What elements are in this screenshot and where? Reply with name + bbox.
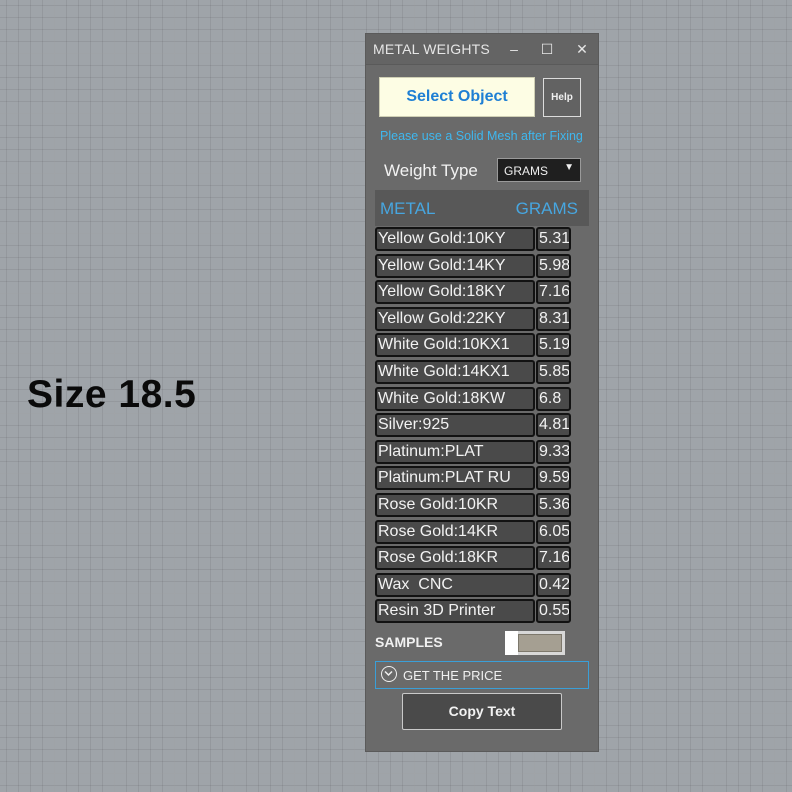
table-row: Platinum:PLAT RU 9.59 [375,466,571,490]
metal-name-cell: Resin 3D Printer [375,599,535,623]
weight-value-cell: 0.42 [536,573,571,597]
table-row: Rose Gold:14KR 6.05 [375,520,571,544]
metal-name-cell: Platinum:PLAT [375,440,535,464]
metal-name-cell: Yellow Gold:18KY [375,280,535,304]
weight-value-cell: 5.85 [536,360,571,384]
samples-label: SAMPLES [375,634,443,650]
table-row: Yellow Gold:10KY 5.31 [375,227,571,251]
minimize-icon[interactable]: – [503,38,525,60]
table-row: Yellow Gold:22KY 8.31 [375,307,571,331]
solid-mesh-hint: Please use a Solid Mesh after Fixing [380,129,583,143]
metal-name-cell: Yellow Gold:10KY [375,227,535,251]
weight-type-value: GRAMS [504,164,549,178]
table-row: Wax CNC 0.42 [375,573,571,597]
weight-value-cell: 0.55 [536,599,571,623]
chevron-down-circle-icon [381,666,397,682]
toggle-track [518,634,562,652]
weight-value-cell: 5.36 [536,493,571,517]
weight-value-cell: 7.16 [536,546,571,570]
weight-value-cell: 7.16 [536,280,571,304]
weight-value-cell: 8.31 [536,307,571,331]
table-row: White Gold:18KW 6.8 [375,387,571,411]
weight-value-cell: 4.81 [536,413,571,437]
get-the-price-label: GET THE PRICE [403,668,503,683]
metal-name-cell: Rose Gold:10KR [375,493,535,517]
metal-name-cell: Silver:925 [375,413,535,437]
metal-name-cell: Wax CNC [375,573,535,597]
title-bar[interactable]: METAL WEIGHTS – ☐ ✕ [366,34,598,65]
weight-value-cell: 6.8 [536,387,571,411]
help-button[interactable]: Help [543,78,581,117]
copy-text-button[interactable]: Copy Text [402,693,562,730]
weight-value-cell: 5.98 [536,254,571,278]
weight-value-cell: 9.59 [536,466,571,490]
weight-value-cell: 9.33 [536,440,571,464]
metal-column-header: METAL [380,199,436,218]
metal-name-cell: Rose Gold:14KR [375,520,535,544]
metal-weights-panel: METAL WEIGHTS – ☐ ✕ Select Object Help P… [365,33,599,752]
metal-name-cell: White Gold:18KW [375,387,535,411]
toggle-knob [505,631,518,655]
table-row: Yellow Gold:14KY 5.98 [375,254,571,278]
table-header: METAL GRAMS [375,190,589,226]
table-row: Resin 3D Printer 0.55 [375,599,571,623]
table-row: White Gold:14KX1 5.85 [375,360,571,384]
samples-toggle[interactable] [505,631,565,655]
dropdown-arrow-icon: ▼ [564,162,574,173]
table-row: Rose Gold:18KR 7.16 [375,546,571,570]
weight-type-label: Weight Type [384,161,478,180]
metal-name-cell: Rose Gold:18KR [375,546,535,570]
metal-name-cell: Platinum:PLAT RU [375,466,535,490]
close-icon[interactable]: ✕ [571,38,593,60]
weight-value-cell: 5.19 [536,333,571,357]
weight-value-cell: 5.31 [536,227,571,251]
metal-name-cell: White Gold:10KX1 [375,333,535,357]
table-row: Yellow Gold:18KY 7.16 [375,280,571,304]
table-row: Silver:925 4.81 [375,413,571,437]
metal-name-cell: White Gold:14KX1 [375,360,535,384]
metal-name-cell: Yellow Gold:14KY [375,254,535,278]
maximize-icon[interactable]: ☐ [536,38,558,60]
table-row: Platinum:PLAT 9.33 [375,440,571,464]
weight-type-dropdown[interactable]: GRAMS ▼ [497,158,581,182]
grams-column-header: GRAMS [515,199,578,218]
get-the-price-expander[interactable]: GET THE PRICE [375,661,589,689]
table-row: Rose Gold:10KR 5.36 [375,493,571,517]
select-object-button[interactable]: Select Object [379,77,535,117]
viewport-size-label: Size 18.5 [27,373,197,416]
metal-name-cell: Yellow Gold:22KY [375,307,535,331]
window-title: METAL WEIGHTS [373,41,490,57]
weight-value-cell: 6.05 [536,520,571,544]
table-row: White Gold:10KX1 5.19 [375,333,571,357]
